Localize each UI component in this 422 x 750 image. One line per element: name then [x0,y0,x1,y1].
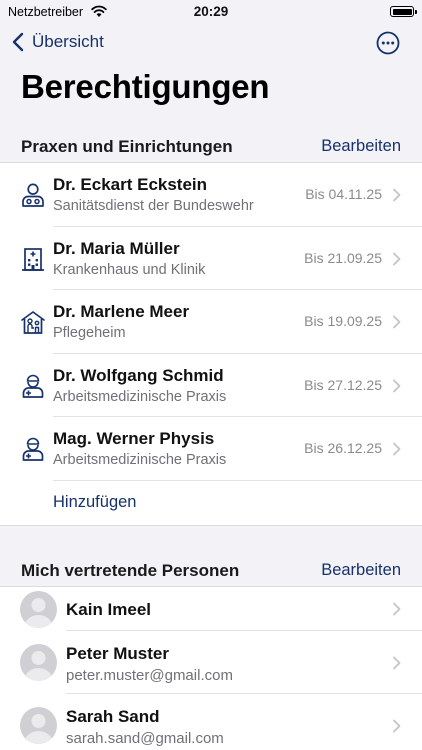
avatar [20,591,57,628]
avatar [20,644,57,681]
representative-name: Kain Imeel [66,600,152,619]
page-title: Berechtigungen [21,68,270,105]
institution-row[interactable]: Mag. Werner Physis Arbeitsmedizinische P… [0,417,422,481]
institution-name: Mag. Werner Physis [53,429,215,448]
battery-icon [390,6,417,17]
institution-row[interactable]: Dr. Marlene Meer Pflegeheim Bis 19.09.25 [0,290,422,354]
chevron-right-icon [393,656,401,670]
institution-row[interactable]: Dr. Wolfgang Schmid Arbeitsmedizinische … [0,354,422,417]
institutions-section-header: Praxen und Einrichtungen Bearbeiten [0,137,422,163]
chevron-right-icon [393,188,401,202]
representatives-edit-button[interactable]: Bearbeiten [321,561,401,580]
institution-type: Pflegeheim [53,325,126,341]
representative-email: peter.muster@gmail.com [66,667,233,684]
back-button[interactable]: Übersicht [12,32,104,52]
occupational-doctor-icon [22,374,44,398]
institutions-list: Dr. Eckart Eckstein Sanitätsdienst der B… [0,162,422,526]
institution-type: Arbeitsmedizinische Praxis [53,452,227,468]
institution-name: Dr. Maria Müller [53,238,180,258]
chevron-right-icon [393,442,401,456]
institution-name: Dr. Wolfgang Schmid [53,365,224,385]
representative-email: sarah.sand@gmail.com [66,730,224,747]
occupational-doctor-icon [22,437,44,461]
add-institution-row[interactable]: Hinzufügen [0,481,422,525]
more-options-icon[interactable] [376,31,400,55]
add-institution-button[interactable]: Hinzufügen [53,493,136,512]
chevron-left-icon [12,32,24,52]
chevron-right-icon [393,602,401,616]
representative-name: Peter Muster [66,644,169,663]
institution-name: Dr. Eckart Eckstein [53,175,208,194]
care-home-icon [21,311,45,334]
chevron-right-icon [393,379,401,392]
institution-type: Krankenhaus und Klinik [53,261,206,278]
status-time: 20:29 [193,4,229,19]
permission-expiry: Bis 26.12.25 [304,440,382,456]
person-placeholder-icon [24,651,53,681]
permission-expiry: Bis 04.11.25 [305,186,382,202]
representative-row[interactable]: Kain Imeel [0,587,422,631]
institutions-section-title: Praxen und Einrichtungen [21,137,233,156]
avatar [20,707,57,744]
institution-name: Dr. Marlene Meer [53,302,190,321]
status-bar: Netzbetreiber 20:29 [0,0,422,24]
representatives-section-title: Mich vertretende Personen [21,561,240,580]
permission-expiry: Bis 19.09.25 [304,313,382,329]
institution-type: Sanitätsdienst der Bundeswehr [53,198,254,214]
representative-row[interactable]: Sarah Sand sarah.sand@gmail.com [0,694,422,750]
representative-name: Sarah Sand [66,707,160,726]
institution-row[interactable]: Dr. Maria Müller Krankenhaus und Klinik … [0,227,422,290]
chevron-right-icon [393,315,401,329]
permission-expiry: Bis 27.12.25 [304,376,382,393]
person-placeholder-icon [24,598,53,628]
institution-type: Arbeitsmedizinische Praxis [53,388,227,405]
paramedic-icon [22,183,44,207]
permission-expiry: Bis 21.09.25 [304,249,382,266]
chevron-right-icon [393,252,401,265]
navigation-bar: Übersicht [0,28,422,60]
hospital-icon [22,247,44,271]
chevron-right-icon [393,719,401,733]
person-placeholder-icon [24,714,53,744]
representatives-list: Kain Imeel Peter Muster peter.muster@gma… [0,586,422,750]
representatives-section-header: Mich vertretende Personen Bearbeiten [0,561,422,587]
institution-row[interactable]: Dr. Eckart Eckstein Sanitätsdienst der B… [0,163,422,227]
institutions-edit-button[interactable]: Bearbeiten [321,137,401,156]
representative-row[interactable]: Peter Muster peter.muster@gmail.com [0,631,422,694]
back-button-label: Übersicht [32,32,104,51]
